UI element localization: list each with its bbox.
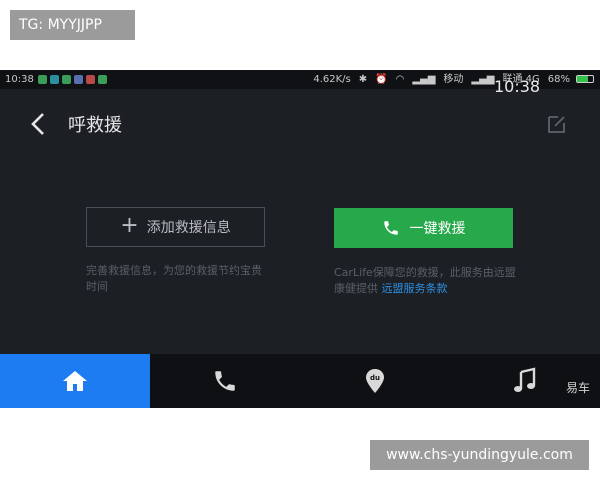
battery-icon bbox=[576, 75, 594, 83]
carrier-1: 移动 bbox=[443, 74, 464, 85]
notification-app-icon bbox=[98, 75, 107, 84]
add-rescue-info-button[interactable]: + 添加救援信息 bbox=[86, 207, 265, 247]
bluetooth-icon: ✱ bbox=[358, 74, 368, 85]
page-title: 呼救援 bbox=[68, 115, 122, 136]
tab-phone[interactable] bbox=[150, 354, 300, 408]
notification-app-icon bbox=[38, 75, 47, 84]
wifi-icon: ◠ bbox=[395, 74, 405, 85]
phone-icon bbox=[383, 221, 398, 235]
notification-app-icon bbox=[74, 75, 83, 84]
phone-icon bbox=[215, 371, 235, 391]
service-disclaimer: CarLife保障您的救援，此服务由远盟康健提供 远盟服务条款 bbox=[334, 265, 519, 297]
home-icon bbox=[63, 371, 87, 391]
app-screen: 10:38 4.62K/s ✱ ⏰ ◠ ▂▄▆ 移动 ▂▄▆ 联通 4G 68%… bbox=[0, 70, 600, 408]
header: 呼救援 bbox=[0, 89, 600, 159]
plus-icon: + bbox=[120, 213, 139, 238]
one-tap-rescue-button[interactable]: 一键救援 bbox=[334, 208, 513, 248]
chevron-left-icon bbox=[31, 113, 44, 135]
notification-icons bbox=[38, 75, 107, 84]
watermark-top: TG: MYYJJPP bbox=[10, 10, 135, 40]
map-pin-icon: du bbox=[366, 369, 384, 393]
svg-text:du: du bbox=[370, 374, 380, 382]
status-time: 10:38 bbox=[5, 74, 34, 85]
watermark-bottom: www.chs-yundingyule.com bbox=[370, 440, 589, 470]
edit-button[interactable] bbox=[546, 113, 568, 135]
brand-logo: 易车 bbox=[566, 381, 591, 395]
service-terms-link[interactable]: 远盟服务条款 bbox=[382, 282, 448, 295]
tab-home[interactable] bbox=[0, 354, 150, 408]
network-speed: 4.62K/s bbox=[313, 74, 351, 85]
alarm-icon: ⏰ bbox=[375, 74, 388, 85]
signal-icon: ▂▄▆ bbox=[412, 74, 436, 85]
notification-app-icon bbox=[50, 75, 59, 84]
music-note-icon bbox=[514, 367, 536, 392]
signal-icon: ▂▄▆ bbox=[471, 74, 495, 85]
battery-level bbox=[577, 76, 588, 82]
add-rescue-info-label: 添加救援信息 bbox=[146, 220, 231, 236]
rescue-info-hint: 完善救援信息，为您的救援节约宝贵时间 bbox=[86, 264, 262, 293]
battery-percent: 68% bbox=[547, 74, 570, 85]
notification-app-icon bbox=[86, 75, 95, 84]
notification-app-icon bbox=[62, 75, 71, 84]
tab-map[interactable]: du bbox=[300, 354, 450, 408]
back-button[interactable] bbox=[28, 111, 50, 137]
edit-icon bbox=[548, 116, 565, 133]
bottom-tab-bar: du bbox=[0, 354, 600, 408]
one-tap-rescue-label: 一键救援 bbox=[409, 221, 466, 237]
